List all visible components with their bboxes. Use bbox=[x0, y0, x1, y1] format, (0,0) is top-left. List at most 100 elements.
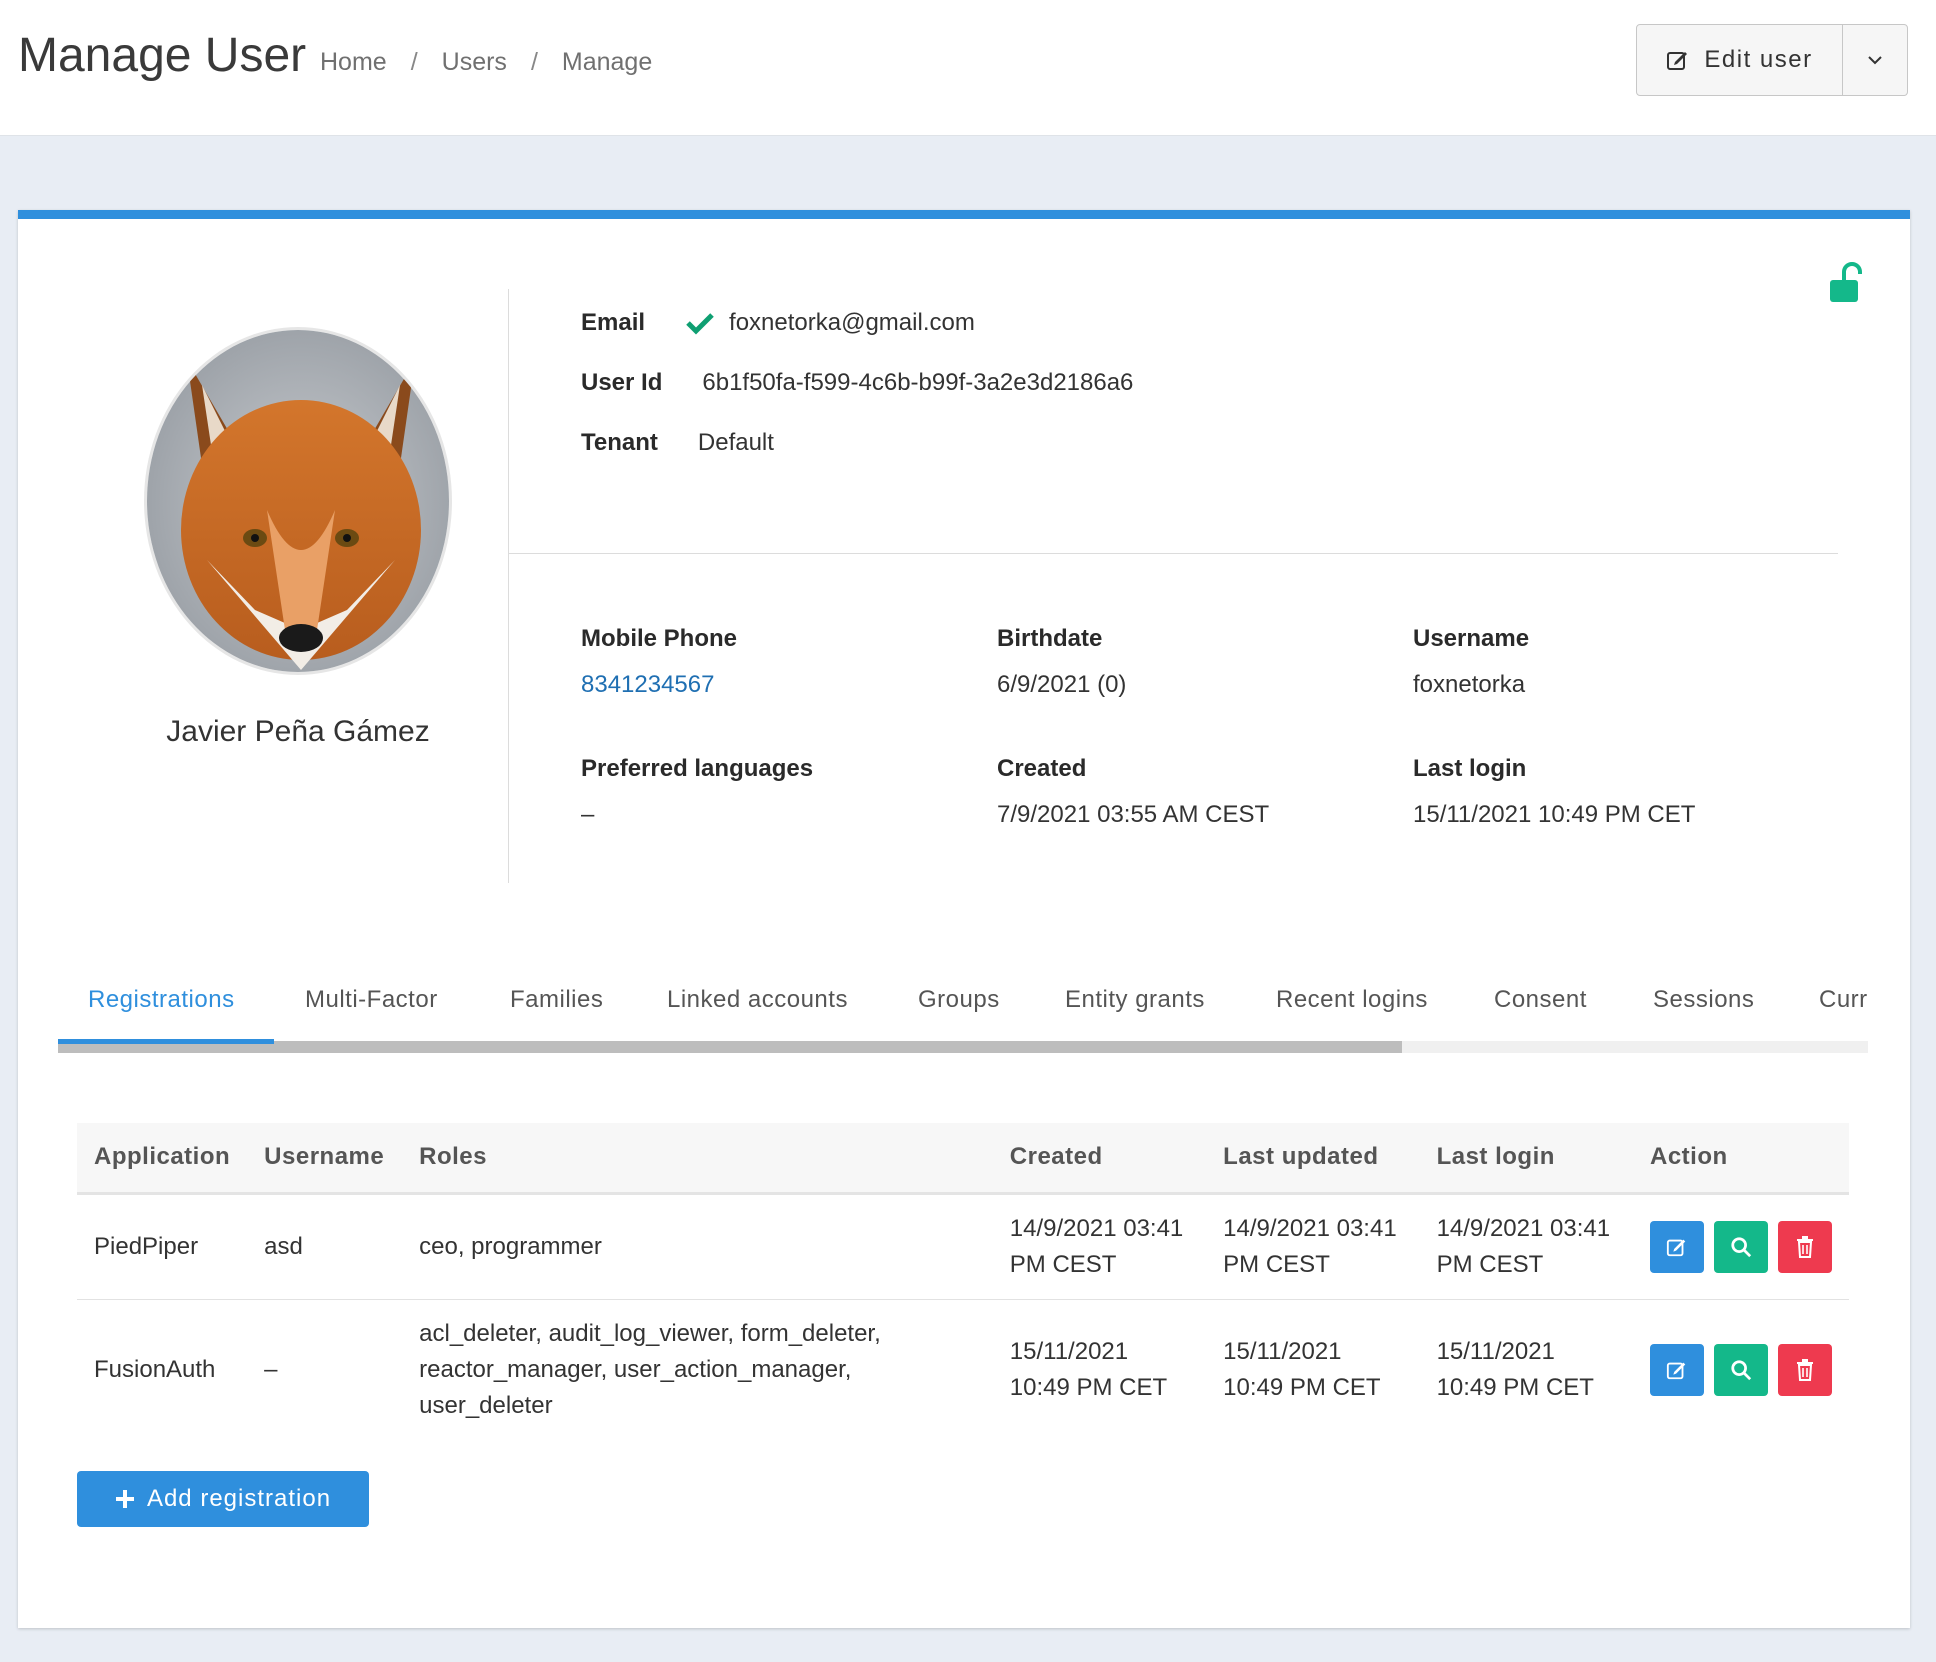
breadcrumb-home[interactable]: Home bbox=[320, 48, 387, 77]
tenant-row: Tenant Default bbox=[581, 429, 774, 457]
username-label: Username bbox=[1413, 625, 1530, 652]
birthdate-label: Birthdate bbox=[997, 625, 1103, 652]
username-cell: – bbox=[264, 1356, 278, 1384]
updated-line: 10:49 PM CET bbox=[1223, 1374, 1381, 1402]
tab-linked-accounts[interactable]: Linked accounts bbox=[667, 959, 848, 1041]
tab-recent-logins[interactable]: Recent logins bbox=[1276, 959, 1428, 1041]
trash-icon bbox=[1797, 1235, 1813, 1258]
column-header: Roles bbox=[402, 1123, 993, 1195]
user-id-row: User Id 6b1f50fa-f599-4c6b-b99f-3a2e3d21… bbox=[581, 369, 1133, 397]
user-id-value: 6b1f50fa-f599-4c6b-b99f-3a2e3d2186a6 bbox=[702, 369, 1134, 396]
created-cell: 14/9/2021 03:41 PM CEST bbox=[992, 1193, 1207, 1300]
edit-user-dropdown[interactable] bbox=[1843, 25, 1907, 95]
tab-entity-grants[interactable]: Entity grants bbox=[1065, 959, 1205, 1041]
breadcrumb: Home / Users / Manage bbox=[320, 48, 652, 77]
application-cell: FusionAuth bbox=[94, 1356, 216, 1384]
column-header: Last updated bbox=[1206, 1123, 1420, 1195]
view-registration-button[interactable] bbox=[1714, 1220, 1768, 1273]
edit-icon bbox=[1666, 1362, 1686, 1380]
username-cell: asd bbox=[247, 1193, 403, 1300]
tab-families[interactable]: Families bbox=[510, 959, 603, 1041]
edit-user-button[interactable]: Edit user bbox=[1637, 25, 1843, 95]
mobile-phone-label: Mobile Phone bbox=[581, 625, 737, 652]
created-cell: 15/11/2021 10:49 PM CET bbox=[993, 1299, 1206, 1441]
user-full-name: Javier Peña Gámez bbox=[166, 715, 430, 748]
tab-bar: Registrations Multi-Factor Families Link… bbox=[58, 959, 1868, 1053]
table-row: FusionAuth – acl_deleter, audit_log_view… bbox=[77, 1299, 1849, 1441]
last-login-cell: 15/11/2021 10:49 PM CET bbox=[1420, 1299, 1633, 1441]
birthdate-value: 6/9/2021 (0) bbox=[997, 671, 1127, 698]
roles-cell: ceo, programmer bbox=[402, 1193, 993, 1300]
breadcrumb-users[interactable]: Users bbox=[442, 48, 507, 77]
updated-line: 14/9/2021 03:41 bbox=[1223, 1214, 1397, 1242]
created-line: PM CEST bbox=[1009, 1250, 1117, 1278]
breadcrumb-manage: Manage bbox=[561, 48, 653, 76]
application-cell: PiedPiper bbox=[77, 1193, 248, 1300]
column-header: Created bbox=[992, 1123, 1207, 1195]
mobile-phone-value[interactable]: 8341234567 bbox=[581, 671, 714, 699]
created-line: 14/9/2021 03:41 bbox=[1009, 1214, 1184, 1242]
created-line: 10:49 PM CET bbox=[1009, 1374, 1168, 1402]
trash-icon bbox=[1797, 1359, 1813, 1382]
tenant-value: Default bbox=[697, 429, 774, 456]
user-card: Javier Peña Gámez Email foxnetorka@gmail… bbox=[18, 210, 1910, 1628]
top-bar: Manage User Home / Users / Manage Edit u… bbox=[0, 0, 1936, 136]
tab-multi-factor[interactable]: Multi-Factor bbox=[305, 959, 438, 1041]
edit-icon bbox=[1666, 1239, 1686, 1256]
chevron-down-icon bbox=[1868, 56, 1882, 65]
breadcrumb-separator: / bbox=[410, 48, 418, 76]
tab-registrations[interactable]: Registrations bbox=[88, 959, 235, 1041]
last-login-line: 15/11/2021 bbox=[1436, 1338, 1555, 1366]
created-line: 15/11/2021 bbox=[1009, 1338, 1129, 1366]
last-login-label: Last login bbox=[1413, 755, 1527, 782]
user-id-label: User Id bbox=[581, 369, 663, 396]
last-login-line: PM CEST bbox=[1436, 1250, 1544, 1278]
email-value: foxnetorka@gmail.com bbox=[729, 309, 975, 336]
last-login-line: 10:49 PM CET bbox=[1436, 1374, 1594, 1402]
updated-cell: 14/9/2021 03:41 PM CEST bbox=[1206, 1193, 1420, 1300]
last-login-cell: 14/9/2021 03:41 PM CEST bbox=[1419, 1193, 1633, 1300]
search-icon bbox=[1731, 1236, 1752, 1257]
delete-registration-button[interactable] bbox=[1778, 1220, 1832, 1273]
preferred-languages-value: – bbox=[581, 801, 595, 828]
column-header: Application bbox=[77, 1123, 248, 1195]
edit-user-button-group: Edit user bbox=[1636, 24, 1908, 96]
table-row: PiedPiper asd ceo, programmer 14/9/2021 … bbox=[77, 1193, 1849, 1300]
tab-groups[interactable]: Groups bbox=[918, 959, 1000, 1041]
roles-line: acl_deleter, audit_log_viewer, form_dele… bbox=[419, 1320, 881, 1348]
roles-cell: acl_deleter, audit_log_viewer, form_dele… bbox=[402, 1299, 993, 1441]
roles-line: reactor_manager, user_action_manager, bbox=[419, 1356, 852, 1384]
plus-icon bbox=[115, 1490, 134, 1508]
avatar bbox=[144, 327, 452, 675]
last-login-line: 14/9/2021 03:41 bbox=[1436, 1214, 1611, 1242]
unlock-icon[interactable] bbox=[1828, 261, 1864, 303]
username-value: foxnetorka bbox=[1413, 671, 1526, 698]
action-cell bbox=[1633, 1193, 1849, 1300]
breadcrumb-separator: / bbox=[530, 48, 538, 76]
horizontal-divider bbox=[508, 553, 1838, 554]
tenant-label: Tenant bbox=[581, 429, 658, 456]
updated-line: PM CEST bbox=[1223, 1250, 1330, 1278]
delete-registration-button[interactable] bbox=[1778, 1344, 1832, 1397]
created-value: 7/9/2021 03:55 AM CEST bbox=[997, 801, 1270, 828]
edit-user-label: Edit user bbox=[1704, 46, 1813, 73]
tab-curr-truncated[interactable]: Curr bbox=[1819, 959, 1868, 1041]
updated-cell: 15/11/2021 10:49 PM CET bbox=[1206, 1299, 1419, 1441]
add-registration-button[interactable]: Add registration bbox=[77, 1471, 369, 1527]
preferred-languages-label: Preferred languages bbox=[581, 755, 814, 782]
email-row: Email foxnetorka@gmail.com bbox=[581, 309, 975, 337]
created-label: Created bbox=[997, 755, 1087, 782]
action-cell bbox=[1633, 1299, 1849, 1441]
fox-image bbox=[147, 330, 449, 672]
edit-registration-button[interactable] bbox=[1650, 1344, 1704, 1397]
tab-sessions[interactable]: Sessions bbox=[1653, 959, 1754, 1041]
edit-icon bbox=[1667, 52, 1688, 70]
last-login-value: 15/11/2021 10:49 PM CET bbox=[1413, 801, 1696, 828]
edit-registration-button[interactable] bbox=[1650, 1220, 1704, 1273]
search-icon bbox=[1731, 1360, 1752, 1381]
view-registration-button[interactable] bbox=[1714, 1344, 1768, 1397]
email-label: Email bbox=[581, 309, 646, 336]
tab-consent[interactable]: Consent bbox=[1494, 959, 1587, 1041]
check-icon bbox=[686, 313, 714, 335]
column-header: Last login bbox=[1419, 1123, 1633, 1195]
